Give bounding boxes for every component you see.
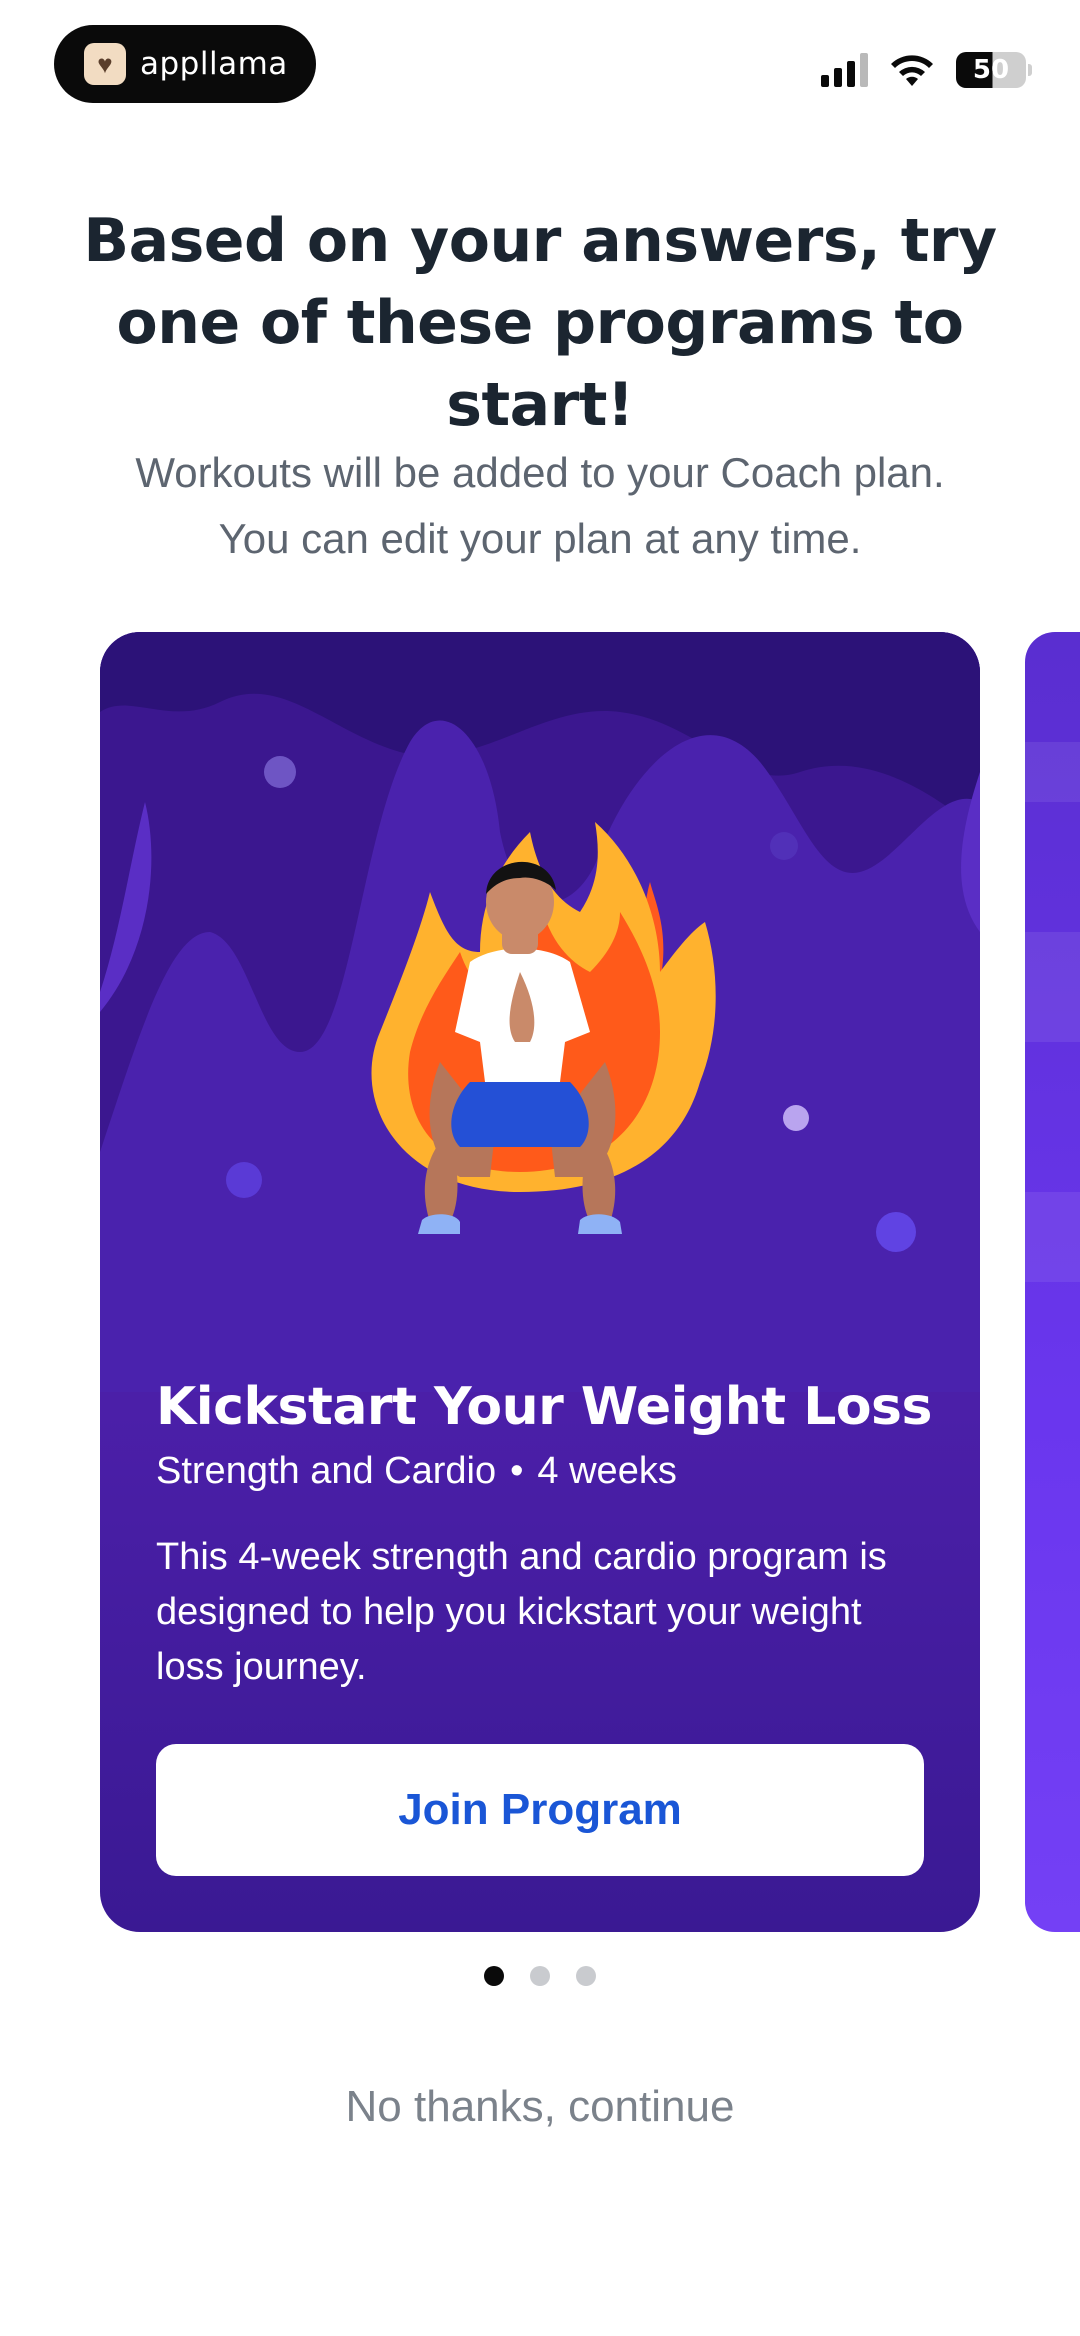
- brand-pill[interactable]: ♥ appllama: [54, 25, 316, 103]
- workout-illustration: [100, 632, 980, 1392]
- battery-level: 50: [972, 55, 1010, 85]
- join-program-button[interactable]: Join Program: [156, 1744, 924, 1876]
- pager-dot-2[interactable]: [530, 1966, 550, 1986]
- wifi-icon: [891, 55, 933, 86]
- program-meta: Strength and Cardio • 4 weeks: [156, 1450, 677, 1493]
- subtitle-line-2: You can edit your plan at any time.: [218, 515, 862, 562]
- title-line-1: Based on your answers, try: [83, 206, 997, 276]
- no-thanks-continue-link[interactable]: No thanks, continue: [0, 2082, 1080, 2132]
- subtitle-line-1: Workouts will be added to your Coach pla…: [135, 449, 945, 496]
- carousel-pager: [0, 1966, 1080, 1986]
- next-program-card-peek[interactable]: [1025, 632, 1080, 1932]
- pager-dot-1[interactable]: [484, 1966, 504, 1986]
- meta-separator: •: [510, 1450, 524, 1492]
- battery-icon: 50: [956, 52, 1032, 88]
- program-title: Kickstart Your Weight Loss: [156, 1377, 932, 1437]
- signal-icon: [821, 53, 868, 87]
- llama-logo-icon: ♥: [84, 43, 126, 85]
- page-title: Based on your answers, try one of these …: [40, 200, 1040, 446]
- program-description: This 4-week strength and cardio program …: [156, 1536, 887, 1688]
- title-line-2: one of these programs to start!: [116, 288, 964, 440]
- status-icons: 50: [821, 48, 1032, 92]
- page-subtitle: Workouts will be added to your Coach pla…: [60, 440, 1020, 572]
- brand-name: appllama: [140, 46, 288, 82]
- program-duration: 4 weeks: [537, 1450, 677, 1492]
- program-card[interactable]: Kickstart Your Weight Loss Strength and …: [100, 632, 980, 1932]
- program-category: Strength and Cardio: [156, 1450, 497, 1492]
- pager-dot-3[interactable]: [576, 1966, 596, 1986]
